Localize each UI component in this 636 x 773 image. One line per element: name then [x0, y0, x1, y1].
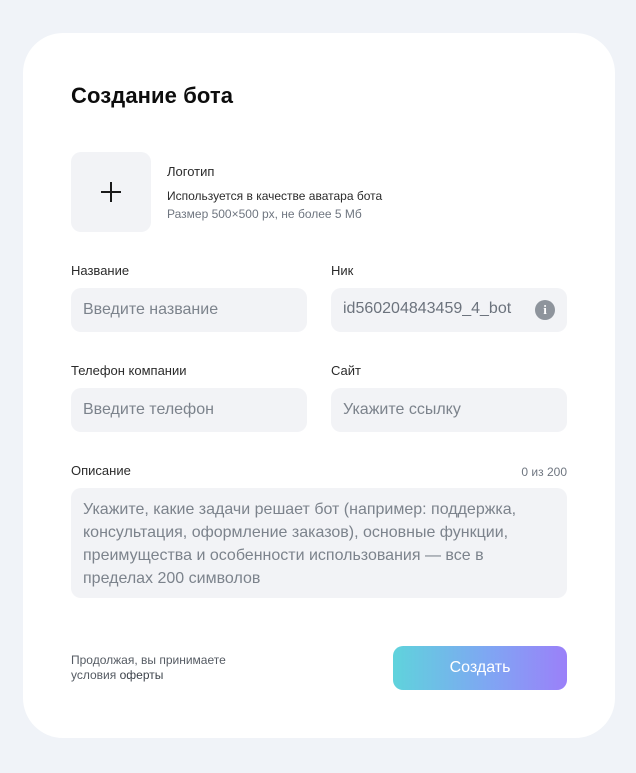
info-icon[interactable]: i: [535, 300, 555, 320]
description-textarea[interactable]: [71, 488, 567, 598]
description-counter: 0 из 200: [521, 465, 567, 479]
description-label: Описание: [71, 463, 131, 478]
create-button[interactable]: Создать: [393, 646, 567, 690]
logo-description: Используется в качестве аватара бота: [167, 189, 383, 203]
logo-size-hint: Размер 500×500 px, не более 5 Мб: [167, 207, 362, 221]
phone-label: Телефон компании: [71, 363, 187, 378]
site-input[interactable]: [331, 388, 567, 432]
terms-prefix: Продолжая, вы принимаете: [71, 653, 226, 667]
nick-label: Ник: [331, 263, 354, 278]
page-title: Создание бота: [71, 83, 234, 108]
phone-input[interactable]: [71, 388, 307, 432]
logo-title: Логотип: [167, 164, 215, 179]
name-label: Название: [71, 263, 130, 278]
logo-upload-button[interactable]: [71, 152, 151, 232]
nick-value: id560204843459_4_bot: [343, 300, 512, 317]
offer-link[interactable]: оферты: [120, 668, 164, 682]
terms-text: Продолжая, вы принимаете условия оферты: [71, 653, 271, 683]
nick-field[interactable]: id560204843459_4_bot i: [331, 288, 567, 332]
site-label: Сайт: [331, 363, 361, 378]
name-input[interactable]: [71, 288, 307, 332]
terms-link-prefix: условия: [71, 668, 120, 682]
create-bot-card: Создание бота Логотип Используется в кач…: [23, 33, 615, 738]
